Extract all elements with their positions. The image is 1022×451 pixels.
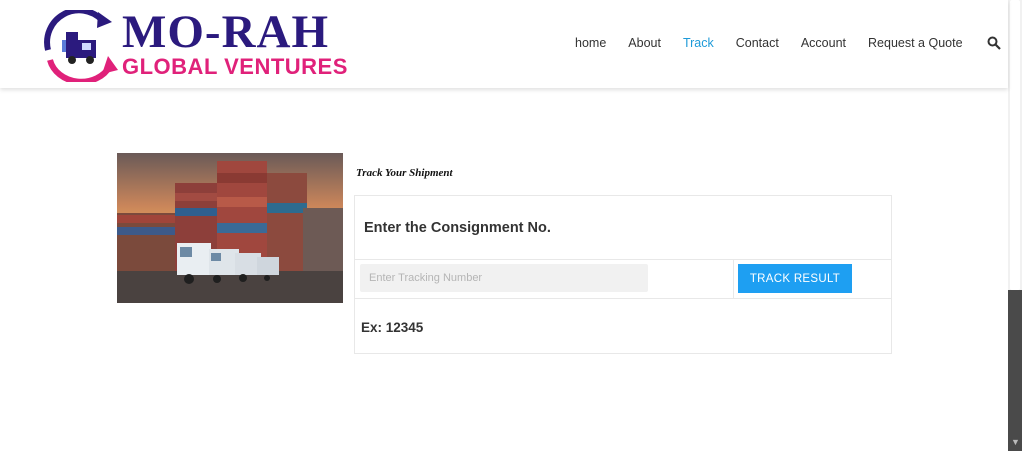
site-header: MO-RAH GLOBAL VENTURES home About Track … [0,0,1008,88]
scrollbar-lower-track[interactable] [1008,290,1022,451]
track-result-button[interactable]: TRACK RESULT [738,264,852,293]
brand-name: MO-RAH [122,6,330,58]
tracking-input-row: TRACK RESULT [355,259,891,299]
row-divider [733,259,734,298]
main-nav: home About Track Contact Account Request… [575,36,1001,50]
scroll-down-arrow-icon[interactable]: ▼ [1011,437,1020,447]
example-row: Ex: 12345 [355,298,891,353]
brand-tagline: GLOBAL VENTURES [122,54,348,79]
nav-contact[interactable]: Contact [736,36,779,50]
consignment-heading: Enter the Consignment No. [364,220,551,236]
search-icon[interactable] [987,36,1001,50]
track-section-title: Track Your Shipment [356,167,453,179]
container-trucks-photo [117,153,343,303]
brand-logo[interactable]: MO-RAH GLOBAL VENTURES [42,6,352,82]
nav-request-quote[interactable]: Request a Quote [868,36,963,50]
tracking-number-input[interactable] [360,264,648,292]
truck-logo-icon [44,10,118,82]
tracking-form: Enter the Consignment No. TRACK RESULT E… [354,195,892,354]
nav-account[interactable]: Account [801,36,846,50]
consignment-heading-row: Enter the Consignment No. [355,196,891,260]
nav-track[interactable]: Track [683,36,714,50]
nav-home[interactable]: home [575,36,606,50]
nav-about[interactable]: About [628,36,661,50]
scrollbar-thumb[interactable] [1010,0,1020,290]
tracking-example: Ex: 12345 [361,320,424,335]
